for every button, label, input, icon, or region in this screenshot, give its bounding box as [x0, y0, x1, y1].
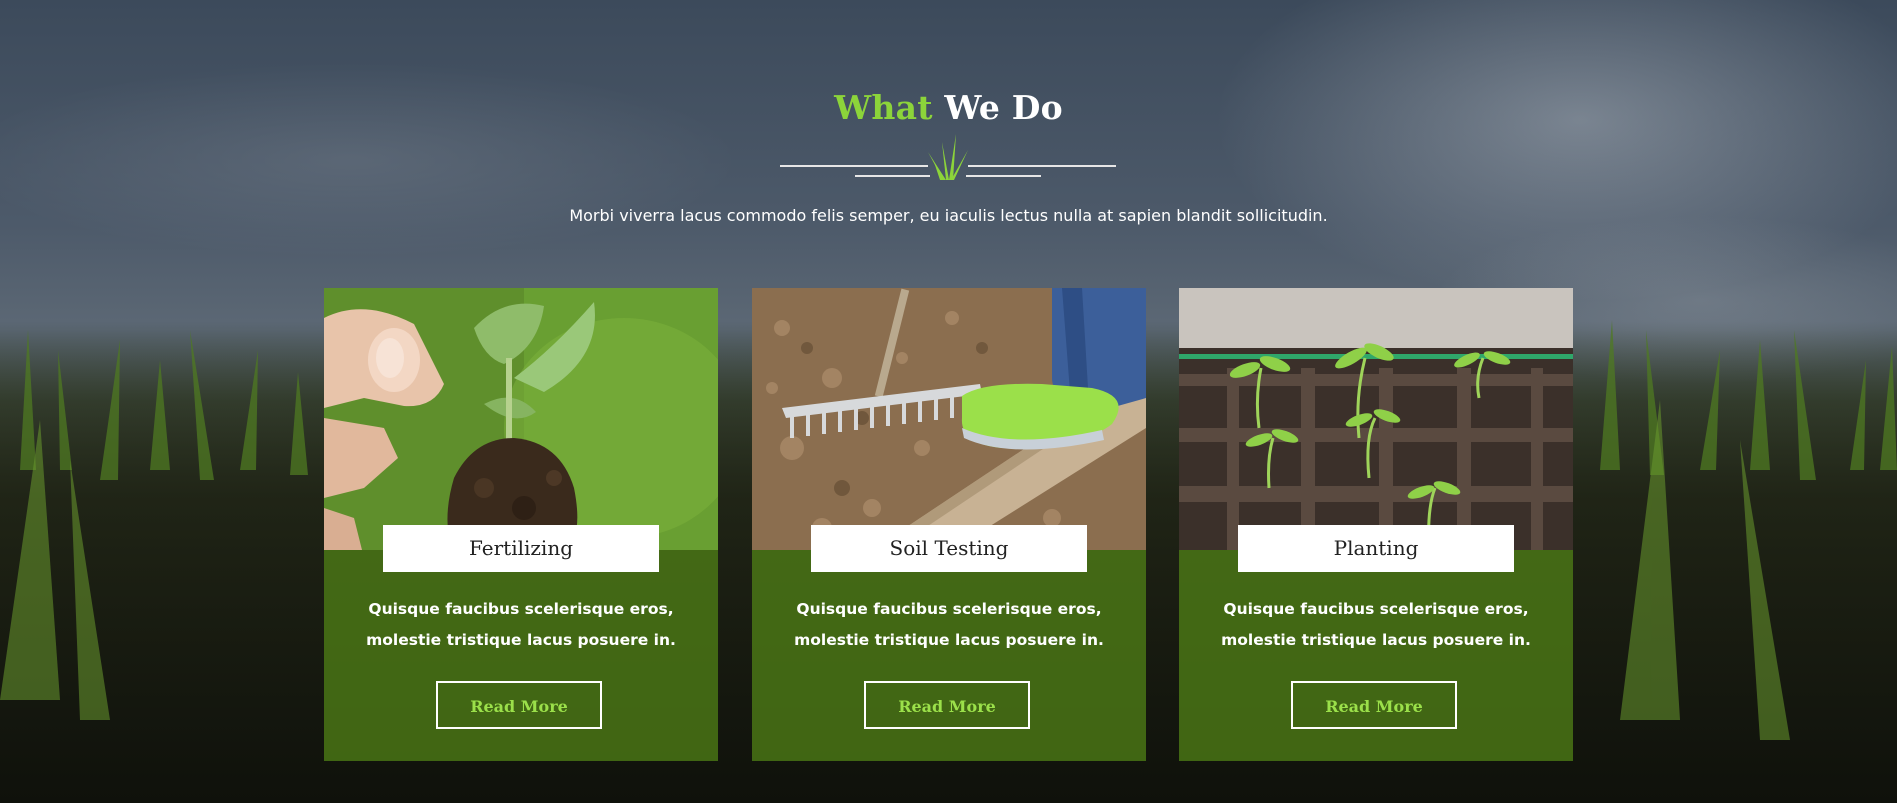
read-more-button[interactable]: Read More [436, 681, 602, 729]
read-more-button[interactable]: Read More [1291, 681, 1457, 729]
card-image [1179, 288, 1573, 550]
read-more-button[interactable]: Read More [864, 681, 1030, 729]
section-subtitle: Morbi viverra lacus commodo felis semper… [569, 206, 1328, 225]
section-title: What We Do [0, 88, 1897, 127]
service-card-planting: Planting Quisque faucibus scelerisque er… [1179, 288, 1573, 761]
service-card-fertilizing: Fertilizing Quisque faucibus scelerisque… [324, 288, 718, 761]
service-card-soil-testing: Soil Testing Quisque faucibus scelerisqu… [752, 288, 1146, 761]
rake-and-green-boot-photo [752, 288, 1146, 550]
card-description: Quisque faucibus scelerisque eros, moles… [1221, 600, 1531, 649]
section-title-rest: We Do [944, 88, 1063, 127]
grass-divider-icon [780, 134, 1116, 180]
card-image [752, 288, 1146, 550]
card-title: Planting [1238, 525, 1514, 572]
card-title: Soil Testing [811, 525, 1087, 572]
section-title-accent: What [834, 88, 933, 127]
what-we-do-section: What We Do Morbi viverra lacus commodo f… [0, 0, 1897, 803]
card-image [324, 288, 718, 550]
card-description: Quisque faucibus scelerisque eros, moles… [366, 600, 676, 649]
hand-holding-seedling-photo [324, 288, 718, 550]
card-title: Fertilizing [383, 525, 659, 572]
card-description: Quisque faucibus scelerisque eros, moles… [794, 600, 1104, 649]
seedling-tray-photo [1179, 288, 1573, 550]
